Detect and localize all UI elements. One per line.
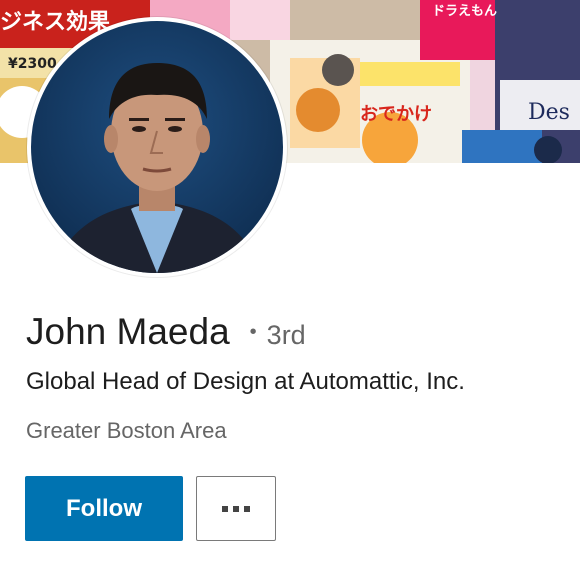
profile-avatar[interactable] — [27, 17, 287, 277]
profile-photo — [31, 21, 283, 273]
cover-sign-text: Des — [528, 100, 570, 125]
cover-sign-text: おでかけ — [360, 104, 432, 125]
more-actions-button[interactable] — [196, 476, 276, 541]
profile-name: John Maeda — [26, 311, 230, 352]
cover-sign-text: ドラえもん — [432, 4, 498, 19]
profile-location: Greater Boston Area — [26, 418, 227, 443]
profile-headline: Global Head of Design at Automattic, Inc… — [26, 368, 465, 395]
separator-dot: • — [249, 321, 257, 343]
connection-degree: 3rd — [266, 320, 306, 350]
profile-name-row: John Maeda • 3rd — [26, 310, 306, 354]
follow-button[interactable]: Follow — [25, 476, 183, 541]
more-horizontal-icon — [222, 505, 250, 512]
